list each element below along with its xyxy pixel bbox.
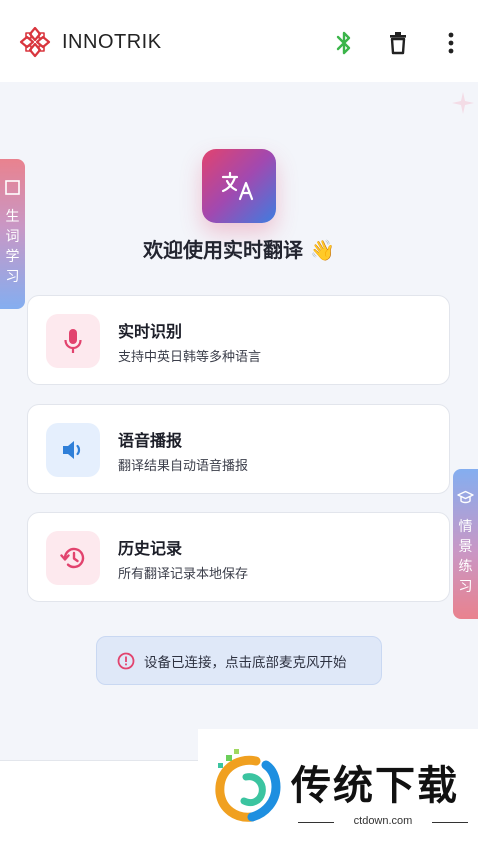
top-app-bar: INNOTRIK: [0, 0, 478, 82]
feature-icon-box: [46, 531, 100, 585]
feature-title: 历史记录: [118, 539, 183, 558]
speaker-icon: [63, 441, 81, 459]
connection-notice: 设备已连接，点击底部麦克风开始: [96, 636, 382, 685]
more-vert-icon: [448, 32, 454, 54]
microphone-icon: [64, 329, 82, 353]
watermark-text: 传统下载: [291, 763, 459, 809]
feature-card-history[interactable]: 历史记录 所有翻译记录本地保存: [27, 512, 450, 602]
bluetooth-button[interactable]: [330, 28, 358, 58]
welcome-title: 欢迎使用实时翻译 👋: [143, 238, 335, 262]
delete-button[interactable]: [384, 28, 412, 58]
side-tab-scenario-practice[interactable]: 情景练习: [453, 469, 478, 619]
notebook-icon: [5, 180, 20, 195]
watermark-logo: [215, 749, 281, 822]
feature-card-voice-playback[interactable]: 语音播报 翻译结果自动语音播报: [27, 404, 450, 494]
translate-logo: [202, 149, 276, 223]
side-tab-vocabulary[interactable]: 生词学习: [0, 159, 25, 309]
history-icon: [60, 547, 85, 569]
feature-title: 语音播报: [118, 431, 183, 450]
feature-icon-box: [46, 423, 100, 477]
translate-icon: [221, 171, 254, 201]
graduation-cap-icon: [457, 490, 474, 504]
feature-subtitle: 翻译结果自动语音播报: [118, 459, 249, 474]
bluetooth-icon: [336, 31, 351, 55]
brand-name: INNOTRIK: [62, 30, 162, 53]
notice-text: 设备已连接，点击底部麦克风开始: [144, 654, 347, 671]
sparkle-icon: [452, 92, 474, 114]
brand-logo-icon: [19, 26, 51, 58]
watermark: 传统下载 ctdown.com: [198, 729, 478, 850]
watermark-url: ctdown.com: [353, 815, 413, 827]
side-tab-label: 情景练习: [458, 519, 473, 595]
info-icon: [117, 652, 135, 669]
feature-icon-box: [46, 314, 100, 368]
brand: INNOTRIK: [18, 25, 162, 59]
feature-subtitle: 支持中英日韩等多种语言: [118, 350, 262, 365]
feature-card-realtime-recognition[interactable]: 实时识别 支持中英日韩等多种语言: [27, 295, 450, 385]
feature-title: 实时识别: [118, 322, 183, 341]
more-options-button[interactable]: [437, 28, 465, 58]
delete-icon: [390, 32, 406, 55]
watermark-divider: [432, 822, 468, 823]
feature-subtitle: 所有翻译记录本地保存: [118, 567, 249, 582]
side-tab-label: 生词学习: [5, 209, 20, 285]
